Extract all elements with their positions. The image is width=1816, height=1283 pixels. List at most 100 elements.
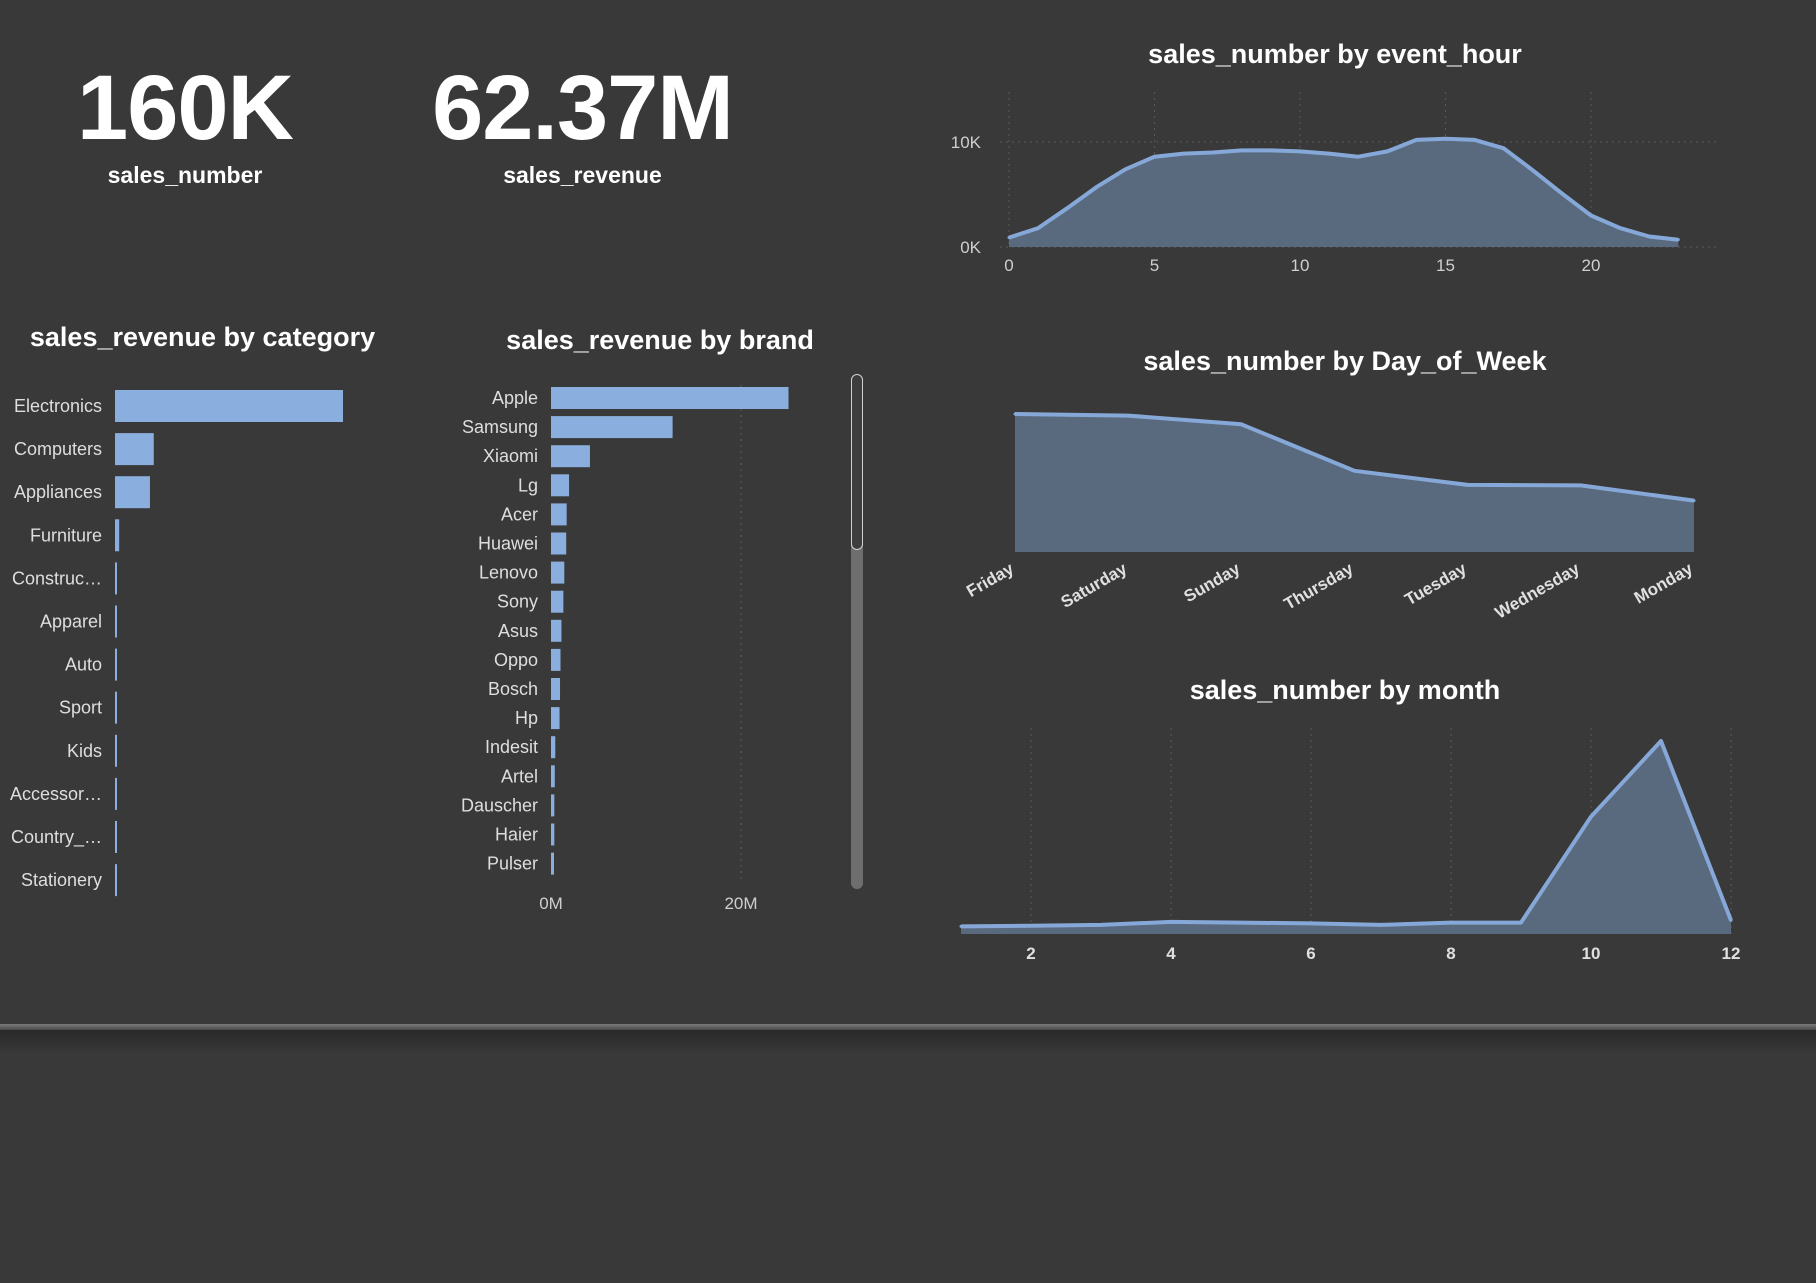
category-bar — [115, 519, 120, 552]
hour-x-tick-label: 15 — [1436, 256, 1455, 275]
hour-point — [1531, 168, 1535, 172]
brand-label: Dauscher — [461, 795, 538, 815]
hour-point — [1182, 152, 1186, 156]
hour-point — [1502, 146, 1506, 150]
month-x-tick-label: 12 — [1722, 944, 1741, 963]
hour-point — [1123, 167, 1127, 171]
hour-point — [1444, 137, 1447, 141]
category-label: Country_… — [11, 827, 102, 848]
category-bar-chart: Electronics Computers Appliances Furniture C… — [10, 390, 343, 897]
hour-point — [1385, 149, 1389, 153]
brand-label: Xiaomi — [483, 446, 538, 466]
month-point — [1099, 923, 1103, 927]
page-divider-shadow — [0, 1030, 1816, 1054]
hour-x-tick-label: 0 — [1004, 256, 1013, 275]
brand-x-tick-label: 0M — [539, 894, 563, 913]
category-bar — [115, 476, 150, 509]
dow-x-tick-label: Wednesday — [1492, 559, 1584, 623]
brand-x-tick-label: 20M — [724, 894, 757, 913]
category-bar — [115, 562, 117, 595]
dow-point — [1013, 412, 1017, 416]
hour-point — [1327, 152, 1331, 156]
category-bar — [115, 691, 117, 724]
category-label: Computers — [14, 439, 102, 459]
brand-label: Lenovo — [479, 563, 538, 583]
month-point — [1309, 921, 1313, 925]
category-label: Apparel — [40, 612, 102, 632]
category-label: Electronics — [14, 396, 102, 416]
dow-point — [1239, 422, 1243, 426]
brand-bar — [551, 648, 561, 671]
brand-bar — [551, 678, 561, 700]
dow-x-tick-label: Friday — [963, 559, 1017, 601]
brand-bar — [551, 619, 562, 642]
dow-x-tick-label: Saturday — [1058, 559, 1131, 612]
category-label: Furniture — [30, 525, 102, 545]
hour-point — [1589, 214, 1593, 217]
month-point — [1239, 921, 1243, 925]
hour-area-chart: 0 5 10 15 20 0K 10K — [951, 92, 1720, 275]
category-bar — [115, 864, 117, 897]
hour-y-tick-label: 10K — [951, 133, 982, 152]
brand-bar — [551, 736, 556, 759]
hour-point — [1269, 148, 1273, 152]
brand-bar — [551, 590, 564, 613]
brand-bar — [551, 852, 554, 875]
hour-point — [1007, 236, 1011, 240]
hour-point — [1240, 148, 1244, 152]
brand-label: Lg — [518, 475, 538, 495]
brand-bar — [551, 561, 565, 584]
hour-y-tick-label: 0K — [960, 238, 981, 257]
dow-point — [1126, 414, 1130, 418]
hour-point — [1356, 155, 1360, 159]
month-point — [1519, 921, 1523, 925]
dow-point — [1579, 483, 1583, 487]
hour-x-tick-label: 10 — [1291, 256, 1310, 275]
brand-bar — [551, 765, 555, 788]
category-bar — [115, 605, 117, 638]
category-label: Appliances — [14, 482, 102, 502]
category-label: Sport — [59, 698, 102, 718]
month-point — [959, 924, 963, 928]
dow-x-tick-label: Tuesday — [1402, 559, 1471, 610]
brand-label: Sony — [497, 592, 538, 612]
hour-point — [1618, 226, 1622, 230]
dow-point — [1466, 483, 1470, 487]
category-bar — [115, 821, 117, 853]
hour-point — [1647, 235, 1651, 238]
brand-label: Asus — [498, 621, 538, 641]
brand-label: Haier — [495, 825, 538, 845]
brand-label: Acer — [501, 504, 538, 524]
hour-point — [1414, 138, 1418, 142]
category-label: Auto — [65, 655, 102, 675]
category-bar — [115, 390, 343, 422]
brand-label: Samsung — [462, 417, 538, 437]
dow-x-tick-label: Monday — [1631, 559, 1697, 608]
hour-point — [1473, 138, 1477, 142]
brand-bar — [551, 416, 673, 439]
brand-label: Bosch — [488, 679, 538, 699]
hour-x-tick-label: 5 — [1150, 256, 1159, 275]
brand-label: Indesit — [485, 737, 538, 757]
hour-point — [1211, 151, 1215, 154]
month-x-tick-label: 2 — [1026, 944, 1035, 963]
brand-label: Pulser — [487, 854, 538, 874]
month-area — [961, 741, 1731, 934]
category-bar — [115, 433, 154, 466]
dow-x-tick-label: Sunday — [1181, 559, 1244, 606]
brand-scrollbar-thumb[interactable] — [851, 374, 863, 550]
hour-point — [1298, 149, 1302, 153]
month-x-tick-label: 4 — [1166, 944, 1176, 963]
hour-x-tick-label: 20 — [1582, 256, 1601, 275]
category-label: Stationery — [21, 870, 102, 890]
brand-label: Oppo — [494, 650, 538, 670]
category-bar — [115, 777, 117, 810]
month-point — [1379, 923, 1383, 927]
brand-bar — [551, 503, 567, 526]
category-label: Kids — [67, 741, 102, 761]
month-point — [1449, 921, 1453, 925]
month-point — [1729, 918, 1733, 922]
brand-label: Huawei — [478, 534, 538, 554]
month-point — [1029, 924, 1033, 928]
hour-point — [1153, 155, 1156, 159]
